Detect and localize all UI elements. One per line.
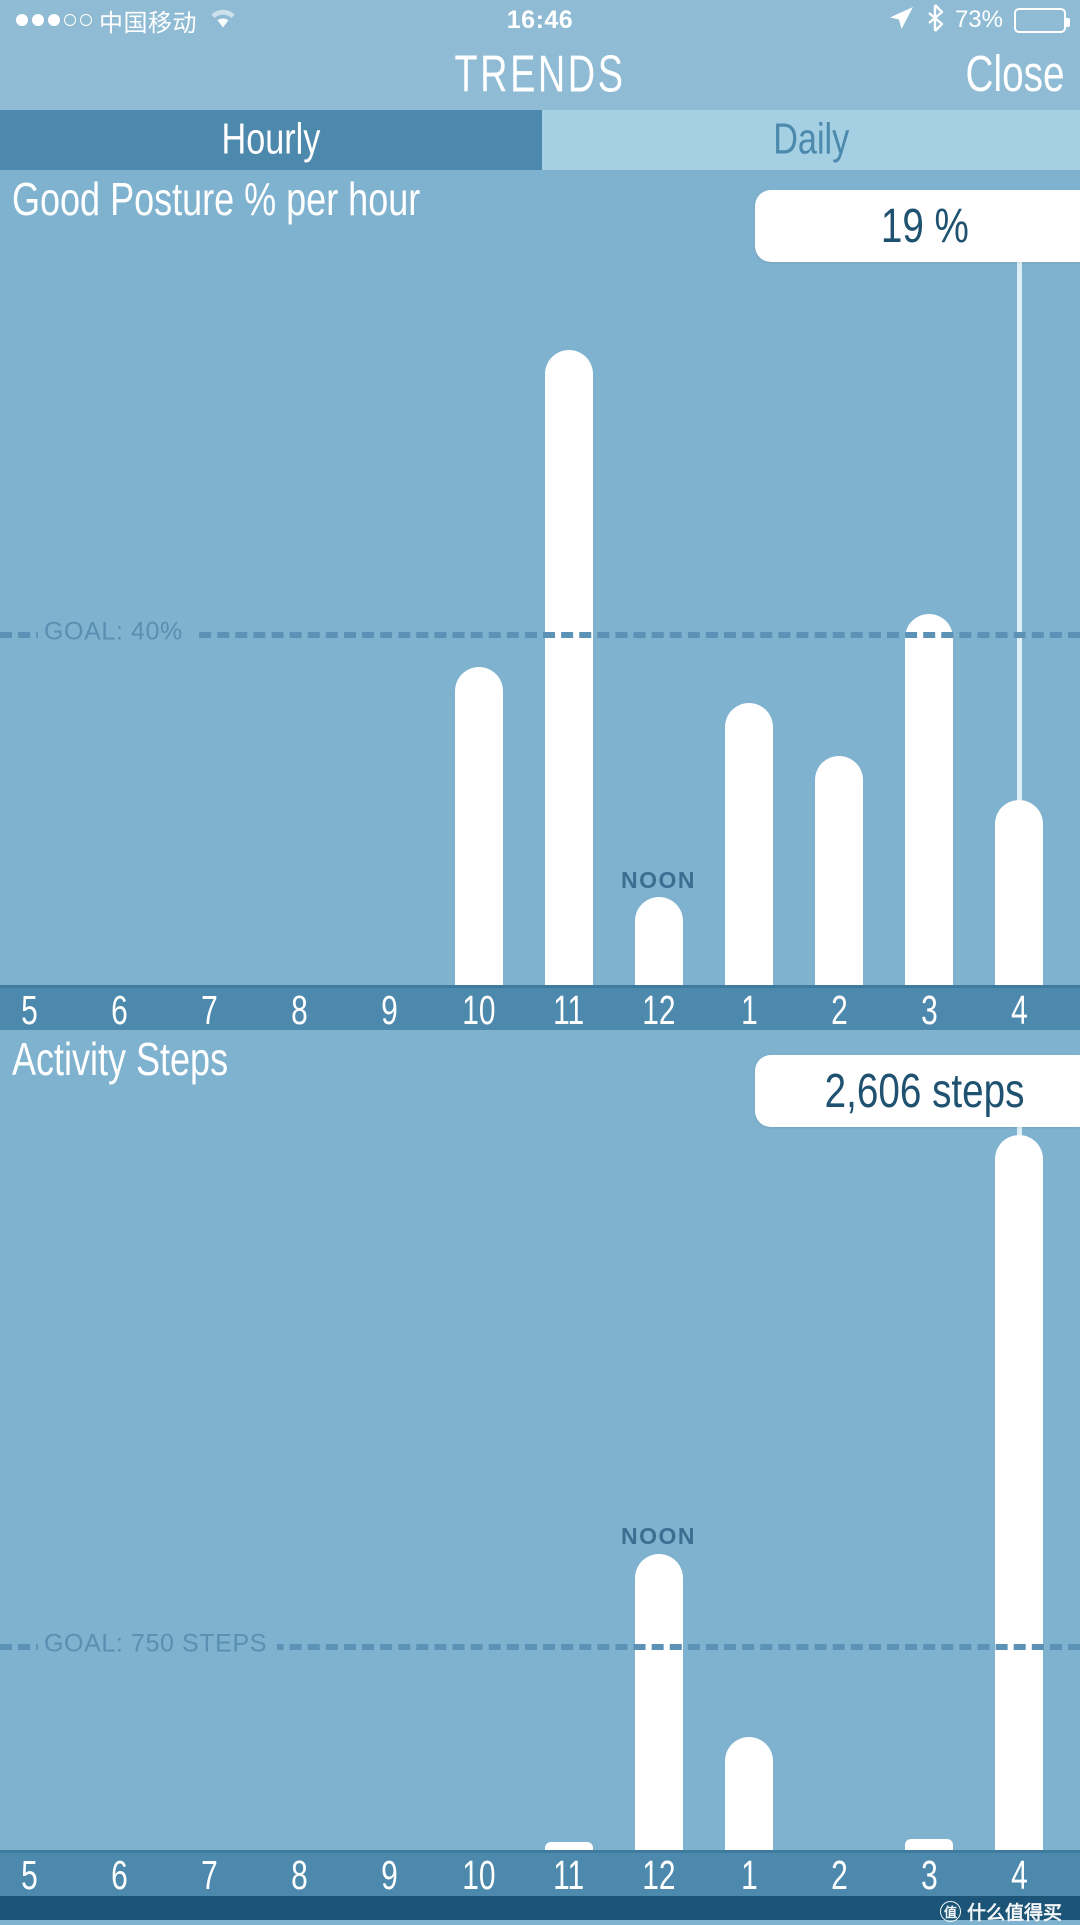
tab-daily-label: Daily bbox=[772, 115, 850, 164]
axis-tick-11: 11 bbox=[539, 1853, 599, 1899]
axis-tick-label: 6 bbox=[110, 1852, 128, 1899]
bar-2[interactable] bbox=[815, 755, 863, 985]
chart-panel-posture: Good Posture % per hour GOAL: 40% NOON 19… bbox=[0, 170, 1080, 985]
axis-tick-1: 1 bbox=[719, 1853, 779, 1899]
axis-tick-label: 5 bbox=[20, 987, 38, 1034]
chart-title-steps-text: Activity Steps bbox=[12, 1034, 229, 1086]
axis-tick-label: 2 bbox=[830, 987, 848, 1034]
watermark-badge: 值 bbox=[939, 1901, 961, 1922]
tooltip-steps: 2,606 steps bbox=[755, 1055, 1080, 1127]
axis-tick-label: 12 bbox=[642, 987, 676, 1034]
page-title-text: TRENDS bbox=[454, 45, 626, 104]
plot-area-steps[interactable]: GOAL: 750 STEPS NOON bbox=[0, 1095, 1080, 1850]
axis-tick-label: 12 bbox=[642, 1852, 676, 1899]
axis-tick-8: 8 bbox=[269, 988, 329, 1034]
selection-indicator-line bbox=[1016, 255, 1022, 800]
axis-tick-label: 3 bbox=[920, 987, 938, 1034]
axis-tick-label: 4 bbox=[1010, 987, 1028, 1034]
bar-10[interactable] bbox=[455, 667, 503, 985]
tab-hourly-label: Hourly bbox=[221, 115, 321, 164]
axis-tick-2: 2 bbox=[809, 988, 869, 1034]
axis-tick-12: 12 bbox=[629, 1853, 689, 1899]
bar-3[interactable] bbox=[905, 1839, 953, 1850]
nav-bar: TRENDS Close bbox=[0, 40, 1080, 110]
axis-tick-label: 7 bbox=[200, 987, 218, 1034]
axis-tick-10: 10 bbox=[449, 988, 509, 1034]
axis-tick-label: 3 bbox=[920, 1852, 938, 1899]
goal-label: GOAL: 40% bbox=[38, 617, 193, 647]
tooltip-posture: 19 % bbox=[755, 190, 1080, 262]
axis-tick-3: 3 bbox=[899, 1853, 959, 1899]
bar-1[interactable] bbox=[725, 1737, 773, 1850]
noon-label: NOON bbox=[621, 1523, 696, 1550]
plot-area-posture[interactable]: GOAL: 40% NOON bbox=[0, 235, 1080, 985]
axis-tick-label: 9 bbox=[380, 1852, 398, 1899]
axis-tick-label: 8 bbox=[290, 987, 308, 1034]
watermark-text: 什么值得买 bbox=[966, 1903, 1062, 1924]
tooltip-posture-value: 19 % bbox=[880, 198, 970, 253]
bar-4[interactable] bbox=[995, 799, 1043, 985]
axis-tick-3: 3 bbox=[899, 988, 959, 1034]
axis-tick-11: 11 bbox=[539, 988, 599, 1034]
axis-tick-label: 7 bbox=[200, 1852, 218, 1899]
axis-tick-label: 10 bbox=[462, 1852, 496, 1899]
axis-tick-10: 10 bbox=[449, 1853, 509, 1899]
close-button[interactable]: Close bbox=[965, 34, 1064, 115]
axis-tick-5: 5 bbox=[0, 1853, 59, 1899]
bar-11[interactable] bbox=[545, 349, 593, 985]
axis-tick-label: 5 bbox=[20, 1852, 38, 1899]
bar-11[interactable] bbox=[545, 1841, 593, 1850]
axis-tick-7: 7 bbox=[179, 988, 239, 1034]
axis-tick-label: 11 bbox=[553, 1852, 585, 1899]
segmented-control: Hourly Daily bbox=[0, 110, 1080, 170]
axis-tick-9: 9 bbox=[359, 1853, 419, 1899]
axis-tick-5: 5 bbox=[0, 988, 59, 1034]
axis-tick-2: 2 bbox=[809, 1853, 869, 1899]
bar-4[interactable] bbox=[995, 1134, 1043, 1850]
chart-title-posture: Good Posture % per hour bbox=[12, 175, 466, 226]
axis-tick-6: 6 bbox=[89, 1853, 149, 1899]
axis-tick-label: 10 bbox=[462, 987, 496, 1034]
close-button-label: Close bbox=[965, 46, 1064, 103]
chart-title-steps: Activity Steps bbox=[12, 1035, 252, 1086]
axis-tick-label: 1 bbox=[740, 987, 758, 1034]
tooltip-steps-value: 2,606 steps bbox=[825, 1063, 1025, 1118]
axis-tick-9: 9 bbox=[359, 988, 419, 1034]
x-axis-posture: 5 6 7 8 9 10 11 12 1 2 3 4 bbox=[0, 985, 1080, 1034]
axis-tick-12: 12 bbox=[629, 988, 689, 1034]
axis-tick-7: 7 bbox=[179, 1853, 239, 1899]
axis-tick-label: 8 bbox=[290, 1852, 308, 1899]
watermark: 值 什么值得买 bbox=[939, 1898, 1062, 1925]
axis-tick-1: 1 bbox=[719, 988, 779, 1034]
axis-tick-label: 11 bbox=[553, 987, 585, 1034]
bar-12[interactable] bbox=[635, 1553, 683, 1850]
bar-1[interactable] bbox=[725, 702, 773, 985]
footer-bar bbox=[0, 1896, 1080, 1920]
tab-daily[interactable]: Daily bbox=[542, 110, 1080, 170]
goal-label: GOAL: 750 STEPS bbox=[38, 1629, 277, 1659]
bar-12[interactable] bbox=[635, 896, 683, 985]
battery-percent-label: 73% bbox=[954, 6, 1003, 33]
axis-tick-6: 6 bbox=[89, 988, 149, 1034]
bar-3[interactable] bbox=[905, 614, 953, 985]
chart-title-posture-text: Good Posture % per hour bbox=[12, 174, 421, 226]
bluetooth-icon bbox=[926, 3, 944, 37]
tab-hourly[interactable]: Hourly bbox=[0, 110, 542, 170]
axis-tick-4: 4 bbox=[989, 1853, 1049, 1899]
noon-label: NOON bbox=[621, 866, 696, 893]
axis-tick-label: 6 bbox=[110, 987, 128, 1034]
axis-tick-8: 8 bbox=[269, 1853, 329, 1899]
axis-tick-label: 1 bbox=[740, 1852, 758, 1899]
axis-tick-4: 4 bbox=[989, 988, 1049, 1034]
axis-tick-label: 2 bbox=[830, 1852, 848, 1899]
battery-icon bbox=[1014, 7, 1070, 33]
axis-tick-label: 9 bbox=[380, 987, 398, 1034]
chart-panel-steps: Activity Steps GOAL: 750 STEPS NOON 2,606… bbox=[0, 1030, 1080, 1850]
location-arrow-icon bbox=[887, 5, 915, 36]
x-axis-steps: 5 6 7 8 9 10 11 12 1 2 3 4 bbox=[0, 1850, 1080, 1899]
axis-tick-label: 4 bbox=[1010, 1852, 1028, 1899]
page-title: TRENDS bbox=[76, 34, 1005, 117]
